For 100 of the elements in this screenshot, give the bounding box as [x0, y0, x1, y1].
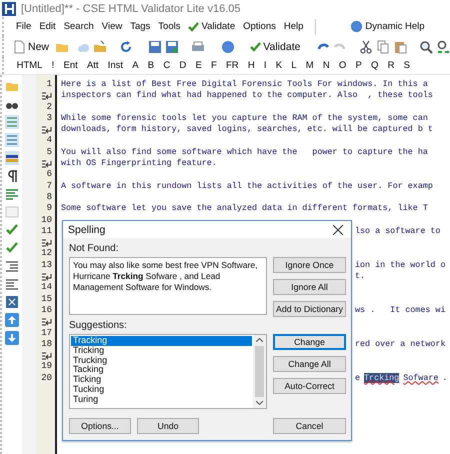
check-icon — [188, 22, 200, 32]
line-number: 6 — [46, 169, 52, 181]
paste-icon[interactable] — [392, 40, 407, 54]
dialog-button[interactable]: Add to Dictionary — [273, 301, 346, 317]
wrap-icon — [41, 92, 52, 100]
suggestion-item[interactable]: Tacking — [71, 365, 252, 376]
tag-button[interactable]: M — [301, 60, 318, 71]
not-found-text-field[interactable]: You may also like some best free VPN Software, Hurricane Trcking Sofware , and Lead Management Software for Windows. — [69, 257, 267, 315]
line-number: 11 — [41, 226, 52, 238]
suggestion-item[interactable]: Turing — [71, 394, 252, 405]
menu-item[interactable]: Tags — [126, 21, 154, 32]
refresh-icon[interactable] — [118, 40, 133, 54]
menu-item[interactable]: Search — [60, 21, 98, 32]
dialog-button[interactable]: Ignore All — [273, 279, 346, 295]
outdent-icon[interactable] — [5, 277, 19, 291]
tag-button[interactable]: H — [243, 60, 260, 71]
tag-button[interactable]: F — [206, 60, 222, 71]
tag-button[interactable]: ! — [47, 60, 59, 71]
printer-icon[interactable] — [191, 40, 206, 54]
new-button[interactable]: New — [12, 40, 50, 54]
dialog-button[interactable]: Change — [273, 334, 346, 350]
save-icon[interactable] — [148, 40, 162, 54]
dialog-button[interactable]: Undo — [137, 418, 199, 434]
suggestions-label: Suggestions: — [69, 319, 128, 333]
menu-item[interactable]: Tools — [154, 21, 184, 32]
code-line: ion in the world o — [355, 260, 446, 272]
arrow-up-icon[interactable] — [5, 313, 19, 327]
code-line: inspectors can find what had happened to the computer. Also , these tools — [61, 90, 433, 102]
close-icon[interactable] — [333, 224, 343, 234]
save-as-icon[interactable] — [165, 40, 180, 54]
tag-button[interactable]: L — [286, 60, 302, 71]
tag-button[interactable]: Inst — [103, 60, 128, 71]
code-line: You will also find some software which have the power to capture the ha — [61, 146, 428, 158]
menu-item[interactable]: Help — [280, 21, 308, 32]
scrollbar[interactable] — [253, 335, 266, 408]
indent-icon[interactable] — [5, 259, 19, 273]
arrow-down-icon[interactable] — [5, 331, 19, 345]
dialog-button[interactable]: Ignore Once — [273, 257, 346, 273]
wrap-icon — [41, 238, 52, 247]
menu-item[interactable]: Options — [239, 21, 280, 32]
wrap-icon — [41, 352, 52, 360]
menu-item[interactable]: Dynamic Help — [346, 20, 429, 33]
dialog-button[interactable]: Auto-Correct — [273, 378, 346, 394]
cut-icon[interactable] — [358, 40, 373, 54]
tag-button[interactable]: A — [128, 60, 144, 71]
dialog-button[interactable]: Change All — [273, 356, 346, 372]
suggestion-item[interactable]: Ticking — [71, 375, 252, 385]
line-number: 16 — [41, 304, 52, 316]
menu-item[interactable]: Edit — [35, 21, 60, 32]
line-number: 10 — [41, 214, 52, 226]
tag-button[interactable]: FR — [221, 60, 244, 71]
line-number: 13 — [41, 260, 52, 272]
line-number: 1 — [46, 79, 52, 90]
suggestion-item[interactable]: Tucking — [71, 384, 252, 395]
suggestion-item[interactable]: Tracking — [71, 336, 252, 346]
tag-button[interactable]: D — [174, 60, 191, 71]
window-title: [Untitled]** - CSE HTML Validator Lite v16.05 — [21, 2, 240, 14]
suggestions-list[interactable]: Tracking Tricking Trucking Tacking Ticking Tucking Turing — [69, 334, 267, 409]
tag-button[interactable]: N — [318, 60, 334, 71]
tag-button[interactable]: Q — [366, 60, 383, 71]
line-number: 14 — [41, 282, 52, 294]
tag-button[interactable]: R — [383, 60, 400, 71]
tag-button[interactable]: HTML — [12, 60, 48, 71]
tag-button[interactable]: E — [190, 60, 206, 71]
cancel-button[interactable]: Cancel — [273, 418, 346, 434]
tag-button[interactable]: C — [158, 60, 175, 71]
dialog-button[interactable]: Options... — [69, 418, 131, 434]
code-line: While some forensic tools let you capture the RAM of the system, some can — [61, 112, 428, 124]
line-number: 15 — [41, 294, 52, 305]
menu-item[interactable]: Validate — [184, 21, 240, 32]
check-icon[interactable] — [5, 241, 19, 255]
line-number: 2 — [46, 102, 52, 113]
line-number: 7 — [46, 180, 52, 192]
suggestion-item[interactable]: Trucking — [71, 356, 252, 366]
search-icon[interactable] — [419, 40, 434, 54]
tag-button[interactable]: Ent — [58, 60, 82, 71]
wrap-icon — [41, 272, 52, 281]
validate-button[interactable]: Validate — [250, 40, 300, 52]
code-line: lso a software to — [355, 226, 440, 238]
menu-item[interactable]: File — [12, 21, 36, 32]
line-number: 19 — [41, 361, 52, 373]
tag-button[interactable]: B — [143, 60, 159, 71]
align-lines-icon[interactable] — [5, 187, 19, 201]
code-line: Some software let you save the analyzed data in different formats, like T — [61, 203, 428, 215]
wrap-icon — [41, 126, 52, 134]
tag-button[interactable]: P — [350, 60, 366, 71]
suggestion-item[interactable]: Tricking — [71, 346, 252, 356]
tag-button[interactable]: O — [334, 60, 351, 71]
tag-button[interactable]: Att — [82, 60, 104, 71]
code-line: A software in this rundown lists all the activities of the user. For examp — [61, 180, 433, 192]
tag-button[interactable]: I — [259, 60, 272, 71]
line-number: 8 — [46, 192, 52, 204]
tag-button[interactable]: S — [399, 60, 415, 71]
not-found-label: Not Found: — [69, 242, 120, 256]
tag-button[interactable]: K — [271, 60, 287, 71]
wrap-icon — [41, 318, 52, 326]
scroll-up-icon[interactable] — [256, 338, 263, 342]
scroll-down-icon[interactable] — [256, 401, 263, 405]
color-bars-icon[interactable] — [5, 151, 19, 165]
menu-item[interactable]: View — [98, 21, 126, 32]
